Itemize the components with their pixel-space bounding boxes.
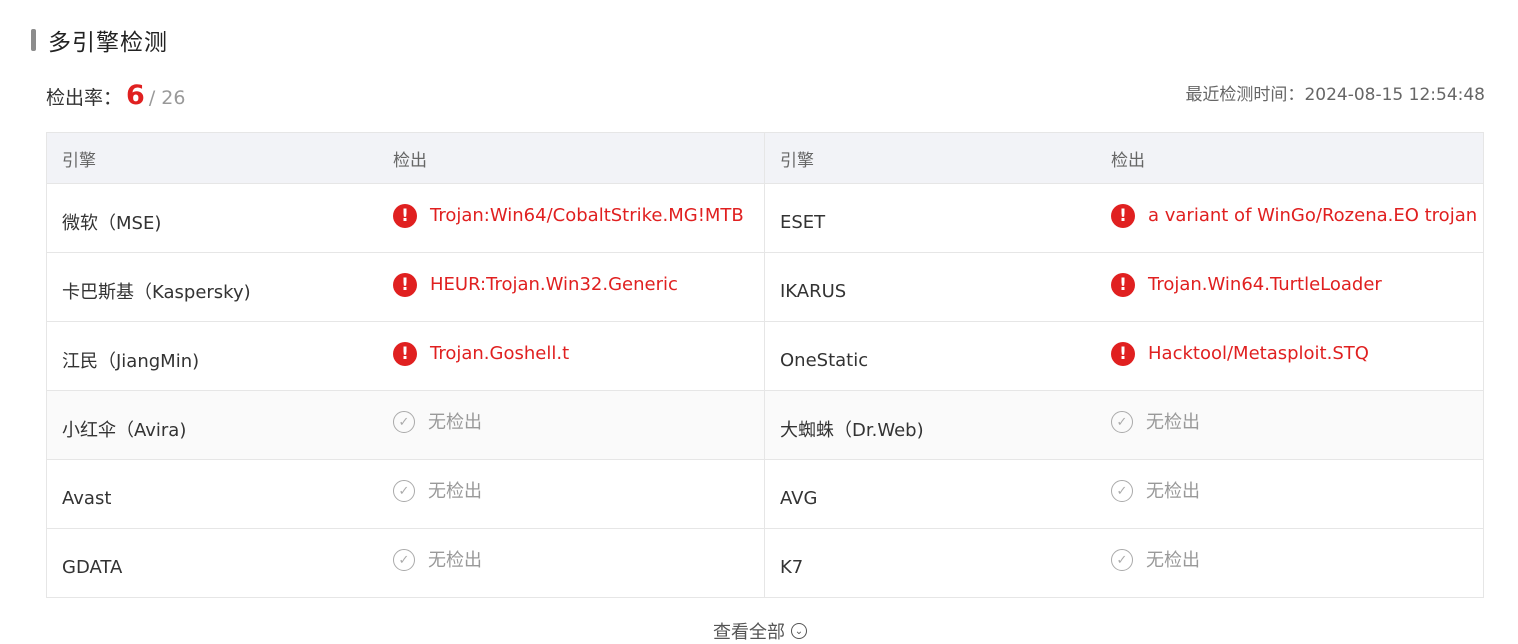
no-detection-label: 无检出	[428, 412, 482, 433]
rate-total-count: / 26	[148, 87, 186, 109]
threat-name: Hacktool/Metasploit.STQ	[1148, 343, 1369, 364]
engine-results-table: 引擎 检出 引擎 检出 微软（MSE)! Trojan:Win64/CobaltS…	[46, 132, 1484, 598]
detection-result: ✓ 无检出	[377, 460, 764, 528]
engine-name: OneStatic	[780, 349, 869, 371]
table-row: 小红伞（Avira) ✓ 无检出 大蜘蛛（Dr.Web) ✓ 无检出	[47, 390, 1483, 459]
engine-name: Avast	[62, 487, 112, 509]
threat-name: Trojan.Goshell.t	[430, 343, 570, 364]
threat-name: HEUR:Trojan.Win32.Generic	[430, 274, 678, 295]
detection-result: ! Trojan.Win64.TurtleLoader	[1095, 253, 1483, 321]
last-scan-time: 最近检测时间：2024-08-15 12:54:48	[1185, 80, 1485, 105]
detection-result: ✓ 无检出	[1095, 391, 1483, 459]
scan-time-label: 最近检测时间：	[1185, 85, 1305, 105]
threat-name: Trojan:Win64/CobaltStrike.MG!MTB	[430, 205, 744, 226]
no-detection-label: 无检出	[1146, 412, 1200, 433]
check-circle-icon: ✓	[393, 411, 415, 433]
engine-name: ESET	[780, 211, 826, 233]
check-circle-icon: ✓	[1111, 411, 1133, 433]
check-circle-icon: ✓	[393, 480, 415, 502]
engine-name: K7	[780, 556, 804, 578]
detection-result: ! Trojan:Win64/CobaltStrike.MG!MTB	[377, 184, 764, 252]
no-detection-label: 无检出	[1146, 550, 1200, 571]
detection-result: ✓ 无检出	[1095, 529, 1483, 597]
engine-name: AVG	[780, 487, 818, 509]
table-body: 微软（MSE)! Trojan:Win64/CobaltStrike.MG!MTB…	[47, 183, 1483, 597]
exclamation-circle-icon: !	[393, 204, 417, 228]
engine-name: IKARUS	[780, 280, 847, 302]
detection-result: ✓ 无检出	[377, 391, 764, 459]
table-row: Avast ✓ 无检出 AVG ✓ 无检出	[47, 459, 1483, 528]
rate-detected-count: 6	[126, 80, 145, 111]
table-row: 微软（MSE)! Trojan:Win64/CobaltStrike.MG!MTB…	[47, 183, 1483, 252]
column-header-result: 检出	[1111, 150, 1145, 171]
engine-name: 小红伞（Avira)	[62, 420, 187, 441]
check-circle-icon: ✓	[393, 549, 415, 571]
exclamation-circle-icon: !	[393, 273, 417, 297]
scan-time-value: 2024-08-15 12:54:48	[1304, 85, 1485, 105]
exclamation-circle-icon: !	[393, 342, 417, 366]
table-row: GDATA ✓ 无检出 K7 ✓ 无检出	[47, 528, 1483, 597]
no-detection-label: 无检出	[1146, 481, 1200, 502]
check-circle-icon: ✓	[1111, 549, 1133, 571]
column-header-engine: 引擎	[62, 150, 96, 171]
detection-result: ! a variant of WinGo/Rozena.EO trojan	[1095, 184, 1483, 252]
no-detection-label: 无检出	[428, 481, 482, 502]
detection-rate: 检出率： 6 / 26	[46, 80, 185, 114]
threat-name: Trojan.Win64.TurtleLoader	[1148, 274, 1382, 295]
view-all-label: 查看全部	[713, 622, 785, 643]
no-detection-label: 无检出	[428, 550, 482, 571]
exclamation-circle-icon: !	[1111, 342, 1135, 366]
exclamation-circle-icon: !	[1111, 204, 1135, 228]
view-all-button[interactable]: 查看全部 ⌄	[713, 618, 807, 644]
column-header-result: 检出	[393, 150, 427, 171]
engine-name: GDATA	[62, 556, 123, 578]
detection-result: ✓ 无检出	[377, 529, 764, 597]
engine-name: 微软（MSE)	[62, 213, 162, 234]
section-accent-bar	[31, 29, 36, 51]
chevron-down-icon: ⌄	[791, 623, 807, 639]
detection-result: ! Hacktool/Metasploit.STQ	[1095, 322, 1483, 390]
detection-result: ✓ 无检出	[1095, 460, 1483, 528]
rate-label: 检出率：	[46, 87, 123, 109]
column-header-engine: 引擎	[780, 150, 814, 171]
table-header-row: 引擎 检出 引擎 检出	[47, 133, 1483, 183]
threat-name: a variant of WinGo/Rozena.EO trojan	[1148, 205, 1478, 226]
exclamation-circle-icon: !	[1111, 273, 1135, 297]
detection-result: ! Trojan.Goshell.t	[377, 322, 764, 390]
section-header: 多引擎检测	[31, 24, 168, 56]
section-title: 多引擎检测	[48, 30, 168, 56]
engine-name: 大蜘蛛（Dr.Web)	[780, 420, 924, 441]
engine-name: 江民（JiangMin)	[62, 351, 200, 372]
check-circle-icon: ✓	[1111, 480, 1133, 502]
engine-name: 卡巴斯基（Kaspersky)	[62, 282, 251, 303]
table-row: 江民（JiangMin)! Trojan.Goshell.t OneStatic! H…	[47, 321, 1483, 390]
table-row: 卡巴斯基（Kaspersky)! HEUR:Trojan.Win32.Generi…	[47, 252, 1483, 321]
detection-result: ! HEUR:Trojan.Win32.Generic	[377, 253, 764, 321]
